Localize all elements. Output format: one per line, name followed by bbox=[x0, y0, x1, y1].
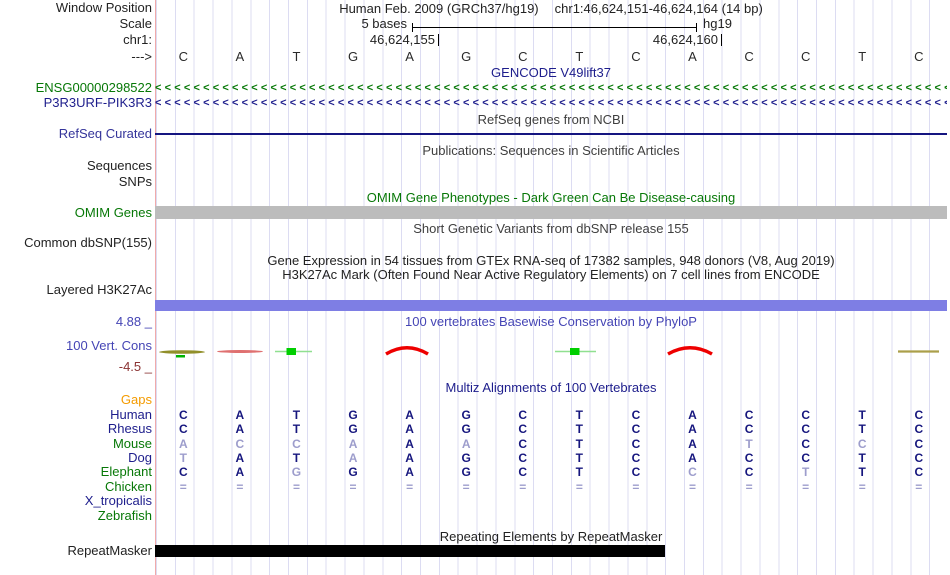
alignment-row-dog: TATAAGCTCACCTC bbox=[179, 451, 924, 465]
alignment-row-xtropicalis bbox=[155, 494, 947, 508]
repeatmasker-title: Repeating Elements by RepeatMasker bbox=[439, 529, 663, 544]
conservation-max-label: 4.88 _ bbox=[115, 314, 152, 329]
species-label-rhesus[interactable]: Rhesus bbox=[108, 422, 152, 436]
alignment-row-elephant: CAGGAGCTCCCTTC bbox=[178, 465, 924, 479]
refseq-gene-line[interactable] bbox=[155, 133, 947, 135]
h3k27ac-label[interactable]: Layered H3K27Ac bbox=[46, 283, 152, 297]
assembly-title: Human Feb. 2009 (GRCh37/hg19) bbox=[339, 1, 539, 16]
alignment-row-human: CATGAGCTCACCTC bbox=[178, 408, 924, 422]
gene-arrows-ensg[interactable]: <<<<<<<<<<<<<<<<<<<<<<<<<<<<<<<<<<<<<<<<… bbox=[155, 82, 947, 94]
window-position-label: Window Position bbox=[55, 0, 152, 15]
scale-value: 5 bases bbox=[361, 16, 407, 31]
coordinate-tick-1 bbox=[438, 34, 439, 46]
h3k27ac-title: H3K27Ac Mark (Often Found Near Active Re… bbox=[282, 267, 820, 282]
conservation-mark-red-flat bbox=[217, 350, 263, 353]
gaps-label[interactable]: Gaps bbox=[121, 393, 152, 407]
refseq-curated-label[interactable]: RefSeq Curated bbox=[59, 127, 152, 141]
gene-label-p3r3urf[interactable]: P3R3URF-PIK3R3 bbox=[44, 96, 152, 110]
conservation-mark-olive-1 bbox=[159, 350, 205, 354]
genome-browser-image: Window Position Human Feb. 2009 (GRCh37/… bbox=[0, 0, 950, 575]
omim-genes-label[interactable]: OMIM Genes bbox=[75, 206, 152, 220]
gencode-title: GENCODE V49lift37 bbox=[491, 65, 611, 80]
species-label-human[interactable]: Human bbox=[110, 408, 152, 422]
alignment-row-chicken: = = = = = = = = = = = = = = bbox=[179, 480, 923, 494]
publications-title: Publications: Sequences in Scientific Ar… bbox=[422, 143, 680, 158]
conservation-mark-green-box-1 bbox=[286, 348, 296, 355]
dbsnp-title: Short Genetic Variants from dbSNP releas… bbox=[413, 221, 689, 236]
alignment-row-rhesus: CATGAGCTCACCTC bbox=[178, 422, 924, 436]
multiz-title: Multiz Alignments of 100 Vertebrates bbox=[445, 380, 657, 395]
scale-label: Scale bbox=[119, 16, 152, 31]
omim-gene-bar[interactable] bbox=[155, 206, 947, 219]
strand-direction-label: ---> bbox=[131, 49, 152, 64]
conservation-plot[interactable] bbox=[155, 336, 947, 362]
scale-bar bbox=[412, 23, 697, 32]
base-sequence-row: CATGAGCTCACCTC bbox=[178, 49, 924, 64]
coordinate-tick-2 bbox=[721, 34, 722, 46]
coordinate-1: 46,624,155 bbox=[369, 32, 435, 47]
repeatmasker-element-bar[interactable] bbox=[155, 545, 665, 557]
conservation-mark-red-arc-1 bbox=[385, 346, 429, 356]
conservation-title: 100 vertebrates Basewise Conservation by… bbox=[405, 314, 697, 329]
alignment-row-zebrafish bbox=[155, 509, 947, 523]
species-label-zebrafish[interactable]: Zebrafish bbox=[98, 509, 152, 523]
refseq-title: RefSeq genes from NCBI bbox=[477, 112, 625, 127]
gtex-title: Gene Expression in 54 tissues from GTEx … bbox=[267, 253, 835, 268]
species-label-dog[interactable]: Dog bbox=[128, 451, 152, 465]
species-label-elephant[interactable]: Elephant bbox=[101, 465, 152, 479]
conservation-mark-green-box-2 bbox=[570, 348, 580, 355]
conservation-mark-green-dash bbox=[176, 355, 185, 358]
assembly-header: Human Feb. 2009 (GRCh37/hg19) chr1:46,62… bbox=[155, 1, 947, 16]
repeatmasker-label[interactable]: RepeatMasker bbox=[67, 544, 152, 558]
h3k27ac-signal-bar[interactable] bbox=[155, 300, 947, 311]
species-label-mouse[interactable]: Mouse bbox=[113, 437, 152, 451]
assembly-tag: hg19 bbox=[703, 16, 732, 31]
conservation-label[interactable]: 100 Vert. Cons bbox=[66, 339, 152, 353]
omim-title: OMIM Gene Phenotypes - Dark Green Can Be… bbox=[366, 190, 736, 205]
alignment-row-mouse: ACCAAACTCATCCC bbox=[178, 437, 924, 451]
conservation-min-label: -4.5 _ bbox=[118, 359, 152, 374]
dbsnp-label[interactable]: Common dbSNP(155) bbox=[24, 236, 152, 250]
gene-arrows-p3r3urf[interactable]: <<<<<<<<<<<<<<<<<<<<<<<<<<<<<<<<<<<<<<<<… bbox=[155, 97, 947, 109]
snps-label[interactable]: SNPs bbox=[119, 175, 152, 189]
sequences-label[interactable]: Sequences bbox=[87, 159, 152, 173]
conservation-mark-red-arc-2 bbox=[667, 346, 713, 356]
gene-label-ensg[interactable]: ENSG00000298522 bbox=[36, 81, 152, 95]
position-range: chr1:46,624,151-46,624,164 (14 bp) bbox=[554, 1, 763, 16]
chromosome-label: chr1: bbox=[123, 32, 152, 47]
species-label-xtropicalis[interactable]: X_tropicalis bbox=[85, 494, 152, 508]
coordinate-2: 46,624,160 bbox=[652, 32, 718, 47]
species-label-chicken[interactable]: Chicken bbox=[105, 480, 152, 494]
